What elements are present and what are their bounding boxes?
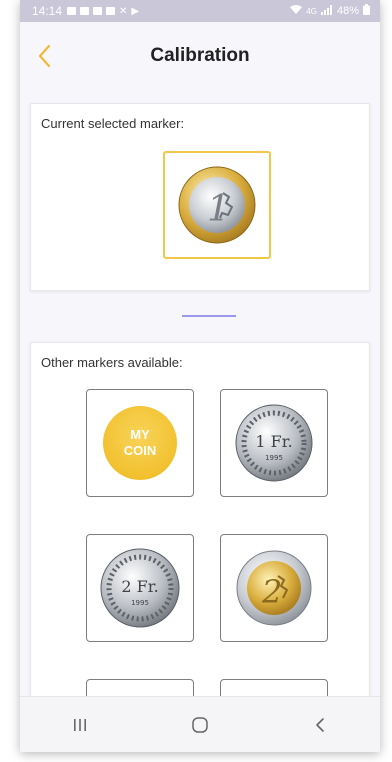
page-title: Calibration [150, 45, 250, 66]
selected-marker[interactable]: 1 [163, 151, 271, 259]
notification-icon [106, 7, 116, 15]
notification-icon [67, 7, 77, 15]
coin-value-label: 1 Fr. [255, 432, 292, 451]
other-markers-card: Other markers available: MY COIN 1 Fr. 1… [30, 342, 370, 752]
back-button[interactable] [34, 43, 56, 69]
swiss-franc-coin-icon: 2 Fr. 1995 [100, 548, 180, 628]
current-marker-card: Current selected marker: 1 [30, 103, 370, 291]
euro-coin-icon: 1 [178, 166, 256, 244]
coin-year-label: 1995 [265, 454, 283, 462]
back-arrow-icon [316, 718, 324, 732]
my-coin-icon: MY COIN [103, 406, 177, 480]
phone-screen: 14:14 ✕ ▶ 4G 48% Calibration Current sel… [20, 0, 380, 752]
status-time: 14:14 [32, 4, 63, 18]
recent-apps-button[interactable] [50, 705, 110, 745]
chevron-left-icon [38, 44, 51, 68]
coin-year-label: 1995 [131, 599, 149, 607]
coin-value-label: 2 [261, 573, 282, 611]
home-button[interactable] [170, 705, 230, 745]
my-coin-text-1: MY [130, 427, 150, 442]
coin-value-label: 2 Fr. [121, 577, 158, 596]
app-bar: Calibration [20, 22, 380, 90]
notification-icon [93, 7, 103, 15]
other-markers-label: Other markers available: [41, 355, 183, 370]
section-divider [182, 315, 236, 317]
status-bar: 14:14 ✕ ▶ 4G 48% [20, 0, 380, 22]
marker-2-euro[interactable]: 2 [220, 534, 328, 642]
home-icon [192, 717, 208, 733]
system-nav-bar [20, 696, 380, 752]
marker-my-coin[interactable]: MY COIN [86, 389, 194, 497]
marker-1-franc[interactable]: 1 Fr. 1995 [220, 389, 328, 497]
battery-percent: 48% [336, 5, 359, 17]
recent-apps-icon [74, 719, 86, 731]
wifi-icon [290, 4, 303, 18]
current-marker-label: Current selected marker: [41, 116, 185, 131]
marker-2-franc[interactable]: 2 Fr. 1995 [86, 534, 194, 642]
signal-label: 4G [306, 6, 317, 16]
notification-icons: ✕ ▶ [67, 6, 139, 17]
euro-coin-icon: 2 [236, 550, 312, 626]
play-icon: ▶ [131, 5, 140, 17]
back-nav-button[interactable] [290, 705, 350, 745]
notification-icon [80, 7, 90, 15]
battery-icon [363, 4, 370, 18]
close-icon: ✕ [119, 5, 128, 17]
my-coin-text-2: COIN [123, 443, 157, 458]
swiss-franc-coin-icon: 1 Fr. 1995 [235, 404, 313, 482]
signal-icon [320, 4, 333, 18]
